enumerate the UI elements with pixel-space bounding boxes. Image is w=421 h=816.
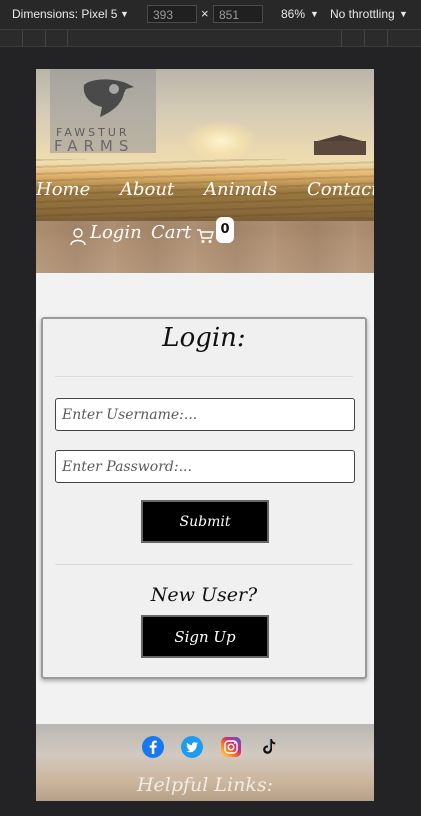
login-link[interactable]: Login (90, 222, 142, 243)
nav-link-about[interactable]: About (120, 179, 174, 200)
login-card: Login: Submit New User? Sign Up (41, 317, 367, 679)
logo-bird-icon (83, 79, 134, 117)
logo-text-line2: FARMS (54, 137, 135, 155)
tiktok-icon[interactable] (258, 736, 280, 758)
devtools-device-toolbar: Dimensions: Pixel 5 ▼ 393 × 851 86% ▼ No… (0, 0, 421, 30)
instagram-icon[interactable] (220, 736, 242, 758)
media-query-ruler[interactable] (0, 30, 421, 47)
zoom-dropdown-arrow[interactable]: ▼ (310, 9, 319, 19)
nav-link-animals[interactable]: Animals (204, 179, 277, 200)
throttling-dropdown[interactable]: No throttling (330, 7, 395, 21)
submit-button[interactable]: Submit (141, 500, 269, 543)
dimensions-dropdown[interactable]: Dimensions: Pixel 5 (12, 7, 117, 21)
main-nav: Home About Animals Contact (36, 179, 374, 205)
facebook-icon[interactable] (142, 736, 164, 758)
helpful-links-heading: Helpful Links: (136, 774, 274, 796)
width-input[interactable]: 393 (147, 5, 197, 23)
password-input[interactable] (55, 450, 355, 483)
dimensions-dropdown-arrow[interactable]: ▼ (120, 9, 129, 19)
cart-link[interactable]: Cart (151, 222, 191, 243)
zoom-dropdown[interactable]: 86% (281, 7, 305, 21)
user-icon[interactable] (70, 228, 86, 246)
throttling-dropdown-arrow[interactable]: ▼ (399, 9, 408, 19)
new-user-heading: New User? (150, 584, 258, 606)
nav-link-contact[interactable]: Contact (307, 179, 374, 200)
nav-link-home[interactable]: Home (36, 179, 90, 200)
sunset-glow (186, 121, 256, 161)
site-logo[interactable]: FAWSTUR FARMS (50, 69, 156, 155)
cart-icon[interactable] (196, 228, 214, 244)
username-input[interactable] (55, 398, 355, 431)
barn (314, 141, 366, 155)
times-sign: × (201, 6, 209, 21)
sign-up-button[interactable]: Sign Up (141, 615, 269, 658)
twitter-icon[interactable] (181, 736, 203, 758)
cart-count-badge: 0 (216, 217, 234, 243)
site-footer: Helpful Links: (36, 724, 374, 801)
divider (55, 376, 353, 377)
divider (55, 564, 353, 565)
login-title: Login: (162, 323, 246, 353)
hero-header: FAWSTUR FARMS Home About Animals Contact… (36, 69, 374, 273)
mobile-viewport: FAWSTUR FARMS Home About Animals Contact… (36, 69, 374, 801)
height-input[interactable]: 851 (213, 5, 263, 23)
account-nav: Login Cart 0 (70, 217, 370, 248)
